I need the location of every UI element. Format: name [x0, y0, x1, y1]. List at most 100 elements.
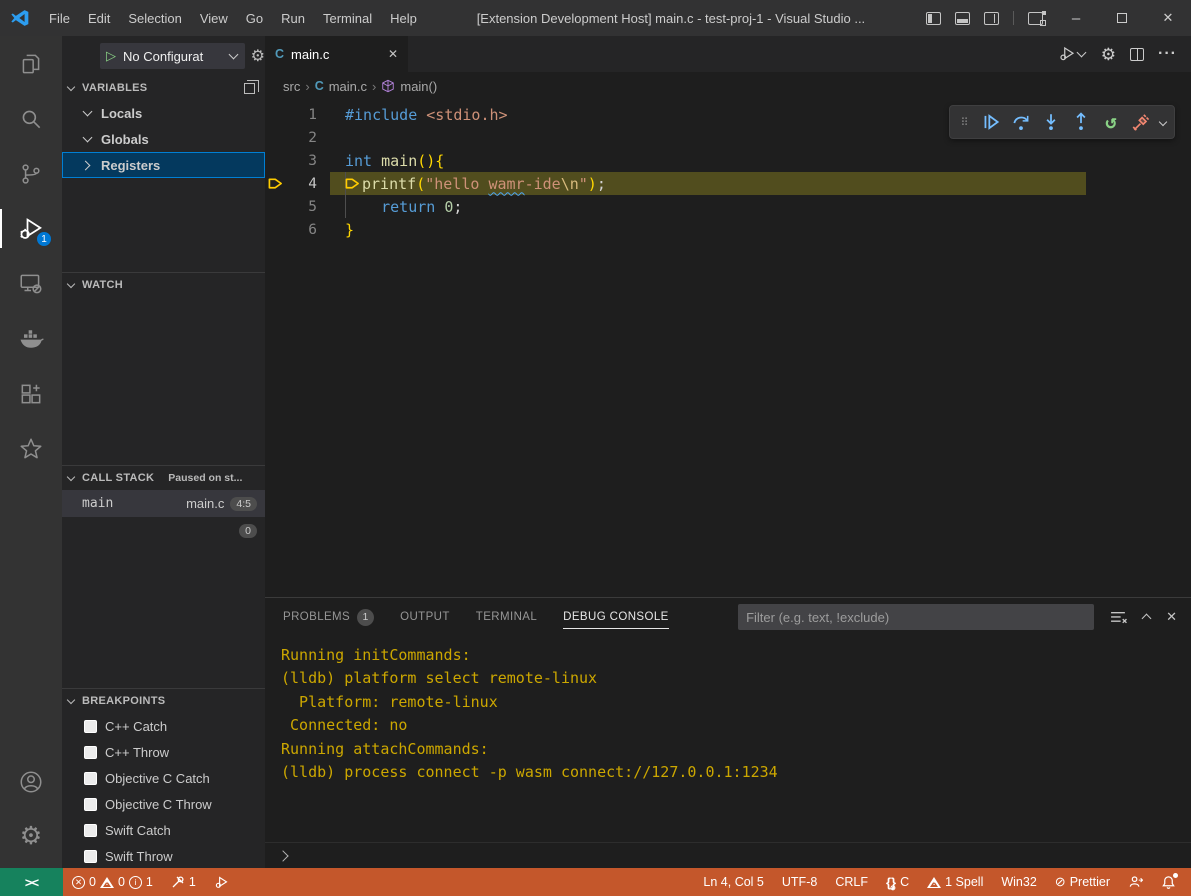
- breakpoint-checkbox[interactable]: [84, 746, 97, 759]
- close-panel-icon[interactable]: [1166, 609, 1177, 625]
- maximize-button[interactable]: [1099, 0, 1145, 36]
- customize-layout-icon[interactable]: [1028, 12, 1043, 25]
- maximize-icon: [1117, 13, 1127, 23]
- breakpoint-row[interactable]: Swift Catch: [62, 817, 265, 843]
- language-mode[interactable]: {⊗} C: [877, 868, 918, 896]
- breakpoint-row[interactable]: Objective C Catch: [62, 765, 265, 791]
- step-into-button[interactable]: [1038, 109, 1064, 135]
- minimize-button[interactable]: [1053, 0, 1099, 36]
- start-debug-icon[interactable]: ▷: [106, 48, 116, 64]
- code-editor[interactable]: ⠿: [265, 100, 1191, 597]
- disconnect-button[interactable]: [1128, 109, 1154, 135]
- cursor-position[interactable]: Ln 4, Col 5: [694, 868, 772, 896]
- breakpoints-header[interactable]: BREAKPOINTS: [62, 689, 265, 713]
- debug-status[interactable]: [205, 868, 238, 896]
- tab-output[interactable]: OUTPUT: [400, 598, 450, 636]
- toolbar-drag-handle-icon[interactable]: ⠿: [958, 118, 972, 127]
- debug-config-dropdown[interactable]: ▷ No Configurat: [100, 43, 245, 69]
- more-actions-icon[interactable]: ···: [1158, 45, 1177, 63]
- breakpoint-row[interactable]: C++ Throw: [62, 739, 265, 765]
- eol-indicator[interactable]: CRLF: [826, 868, 877, 896]
- activity-extensions[interactable]: [0, 366, 62, 421]
- menu-item[interactable]: Selection: [119, 0, 190, 36]
- activity-remote-explorer[interactable]: [0, 256, 62, 311]
- current-instruction-arrow-icon[interactable]: [265, 176, 285, 191]
- variables-header[interactable]: VARIABLES: [62, 76, 265, 100]
- notifications-button[interactable]: [1152, 868, 1185, 896]
- encoding-indicator[interactable]: UTF-8: [773, 868, 826, 896]
- spell-label: 1 Spell: [945, 875, 983, 889]
- menu-item[interactable]: Edit: [79, 0, 119, 36]
- problems-summary[interactable]: ✕ 0 ! 0 i 1: [63, 868, 162, 896]
- toggle-secondary-sidebar-icon[interactable]: [984, 12, 999, 25]
- breadcrumb-folder[interactable]: src: [283, 79, 300, 94]
- breadcrumb-symbol[interactable]: main(): [400, 79, 437, 94]
- code-line: 4printf("hello wamr-ide\n");: [265, 172, 1191, 195]
- collapse-all-icon[interactable]: [244, 83, 255, 94]
- variables-item-locals[interactable]: Locals: [62, 100, 265, 126]
- continue-button[interactable]: [978, 109, 1004, 135]
- line-number: 5: [285, 199, 317, 215]
- activity-run-and-debug[interactable]: 1: [0, 201, 62, 256]
- spell-checker-status[interactable]: ! 1 Spell: [918, 868, 992, 896]
- tab-problems[interactable]: PROBLEMS 1: [283, 598, 374, 636]
- remote-indicator[interactable]: ><: [0, 868, 63, 896]
- breakpoint-checkbox[interactable]: [84, 772, 97, 785]
- thread-row[interactable]: 0: [62, 517, 265, 544]
- breakpoint-row[interactable]: Swift Throw: [62, 843, 265, 868]
- menu-item[interactable]: Run: [272, 0, 314, 36]
- code-token: (){: [417, 152, 444, 170]
- menu-item[interactable]: Help: [381, 0, 426, 36]
- settings-button[interactable]: ⚙: [0, 809, 62, 864]
- activity-source-control[interactable]: [0, 146, 62, 201]
- settings-gear-icon[interactable]: ⚙: [1101, 46, 1116, 63]
- split-editor-icon[interactable]: [1130, 48, 1144, 61]
- accounts-button[interactable]: [0, 754, 62, 809]
- tab-terminal[interactable]: TERMINAL: [476, 598, 537, 636]
- menu-item[interactable]: View: [191, 0, 237, 36]
- breadcrumb-file[interactable]: main.c: [329, 79, 367, 94]
- debug-console-input[interactable]: [265, 842, 1191, 868]
- activity-explorer[interactable]: [0, 36, 62, 91]
- restart-button[interactable]: ↺: [1098, 109, 1124, 135]
- remote-explorer-icon: [18, 271, 44, 297]
- toggle-panel-icon[interactable]: [955, 12, 970, 25]
- menu-item[interactable]: File: [40, 0, 79, 36]
- tools-status[interactable]: 1: [162, 868, 205, 896]
- activity-star[interactable]: [0, 421, 62, 476]
- bottom-panel: PROBLEMS 1 OUTPUT TERMINAL DEBUG CONSOLE: [265, 597, 1191, 868]
- docker-icon: [17, 325, 45, 353]
- clear-console-icon[interactable]: [1110, 610, 1127, 625]
- activity-search[interactable]: [0, 91, 62, 146]
- tab-close-icon[interactable]: ✕: [388, 47, 398, 61]
- breakpoint-checkbox[interactable]: [84, 798, 97, 811]
- call-stack-header[interactable]: CALL STACK Paused on st...: [62, 466, 265, 490]
- maximize-panel-icon[interactable]: [1143, 612, 1150, 622]
- tab-debug-console[interactable]: DEBUG CONSOLE: [563, 598, 669, 636]
- console-filter-input[interactable]: [738, 604, 1094, 630]
- launch-settings-gear-icon[interactable]: ⚙: [251, 46, 265, 66]
- breakpoint-row[interactable]: Objective C Throw: [62, 791, 265, 817]
- toggle-sidebar-icon[interactable]: [926, 12, 941, 25]
- step-over-button[interactable]: [1008, 109, 1034, 135]
- run-or-debug-button[interactable]: [1058, 45, 1087, 63]
- breakpoint-checkbox[interactable]: [84, 720, 97, 733]
- stack-frame-row[interactable]: main main.c 4:5: [62, 490, 265, 517]
- activity-docker[interactable]: [0, 311, 62, 366]
- breakpoint-checkbox[interactable]: [84, 850, 97, 863]
- feedback-button[interactable]: [1119, 868, 1152, 896]
- close-button[interactable]: [1145, 0, 1191, 36]
- formatter-status[interactable]: ⊘ Prettier: [1046, 868, 1119, 896]
- platform-indicator[interactable]: Win32: [992, 868, 1045, 896]
- editor-column: C main.c ✕ ⚙ ··· src: [265, 36, 1191, 868]
- variables-item-globals[interactable]: Globals: [62, 126, 265, 152]
- breakpoint-checkbox[interactable]: [84, 824, 97, 837]
- menu-item[interactable]: Terminal: [314, 0, 381, 36]
- step-out-button[interactable]: [1068, 109, 1094, 135]
- watch-header[interactable]: WATCH: [62, 273, 265, 297]
- tab-main-c[interactable]: C main.c ✕: [265, 36, 408, 72]
- variables-item-registers[interactable]: Registers: [62, 152, 265, 178]
- debug-session-chevron-icon[interactable]: [1159, 118, 1167, 126]
- menu-item[interactable]: Go: [237, 0, 272, 36]
- breakpoint-row[interactable]: C++ Catch: [62, 713, 265, 739]
